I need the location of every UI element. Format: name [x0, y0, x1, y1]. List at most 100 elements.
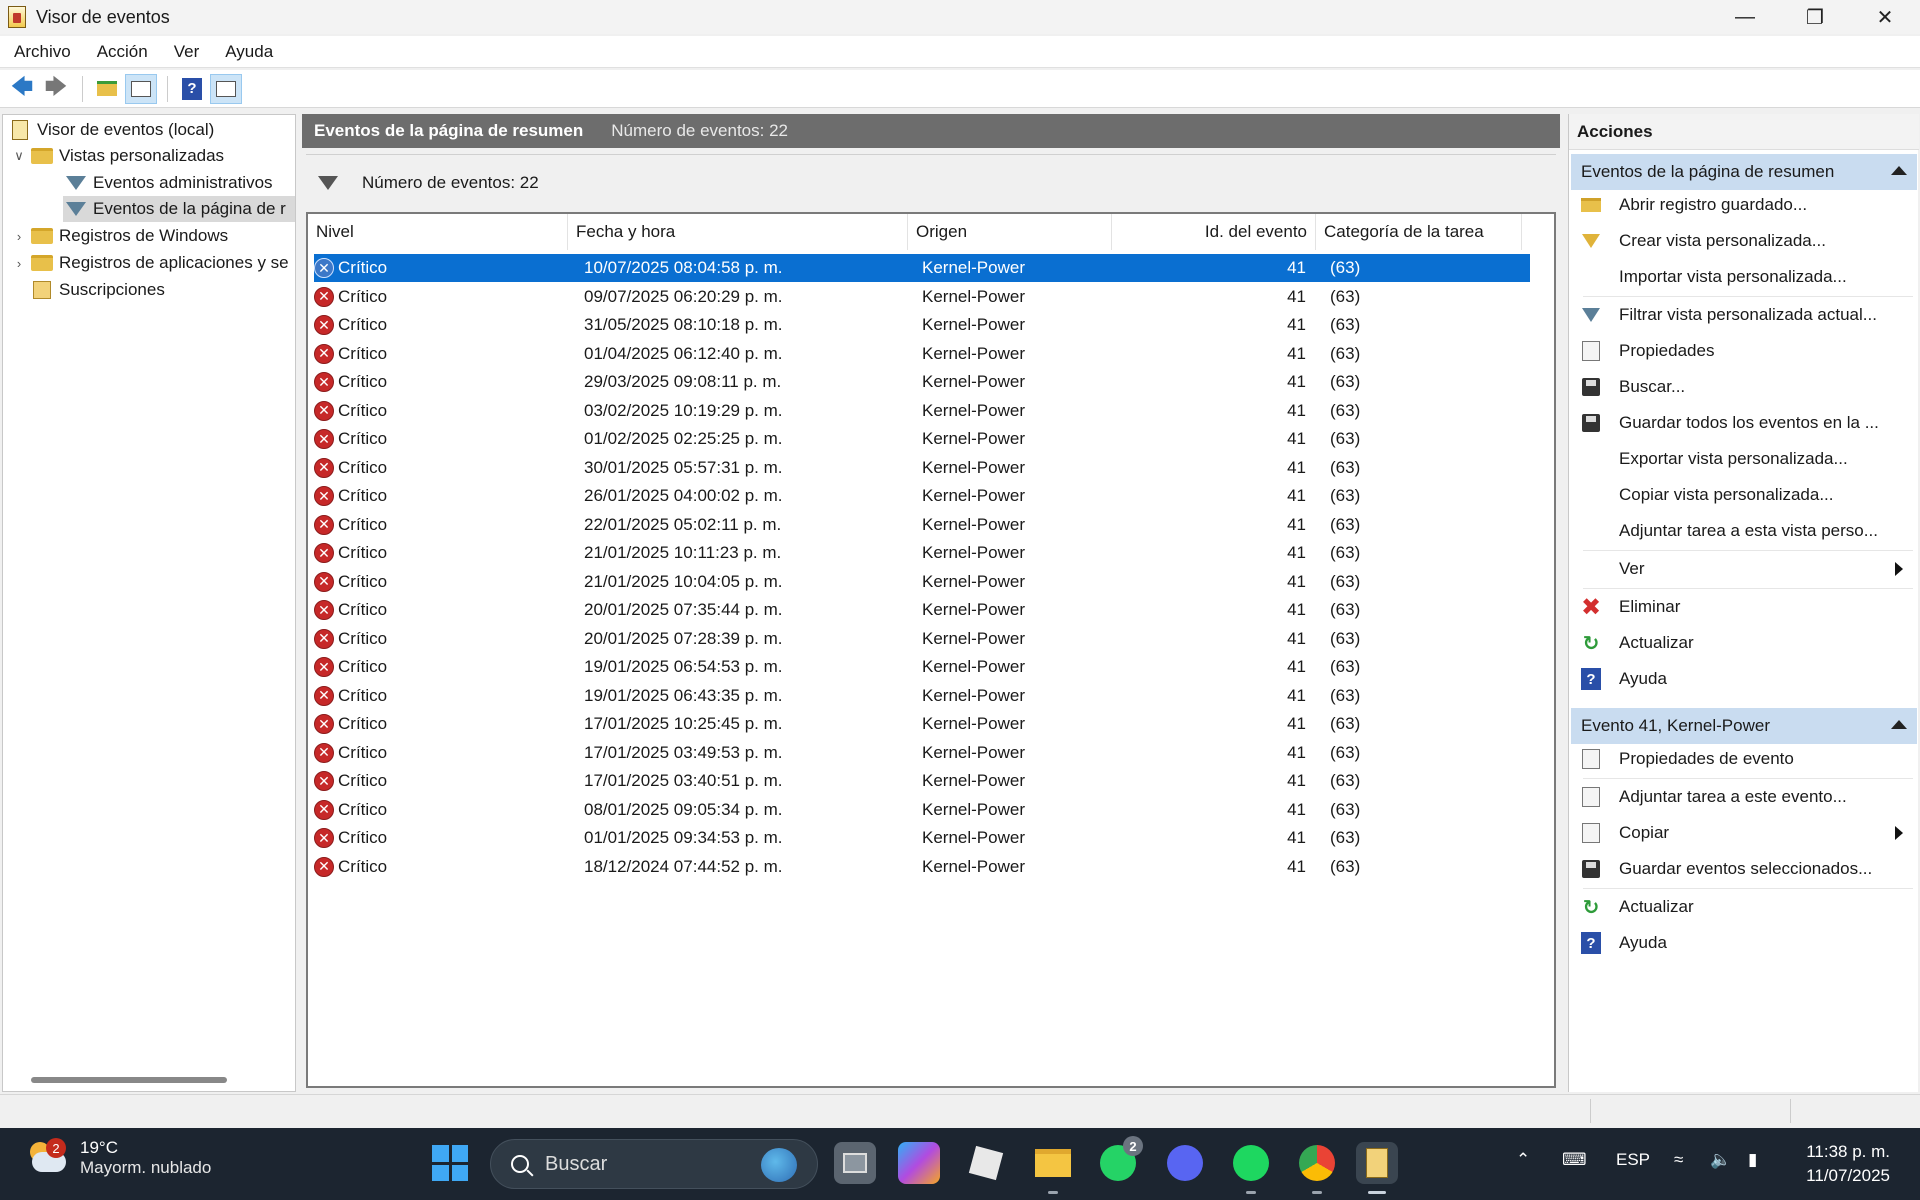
table-row[interactable]: ✕ Crítico 29/03/2025 09:08:11 p. m. Kernel-… [314, 368, 1530, 396]
language-indicator[interactable]: ESP [1616, 1150, 1650, 1170]
wifi-icon[interactable]: ≈ [1674, 1150, 1683, 1170]
back-arrow-icon[interactable]: 🡄 [6, 74, 38, 104]
cell-text: Kernel-Power [922, 571, 1025, 591]
file-explorer-icon[interactable] [1032, 1142, 1074, 1194]
menu-ayuda[interactable]: Ayuda [213, 42, 285, 62]
spotify-icon[interactable] [1230, 1142, 1272, 1194]
chevron-down-icon[interactable]: ∨ [11, 148, 27, 164]
help-icon[interactable]: ? [176, 74, 208, 104]
action-item[interactable]: Buscar... [1571, 370, 1911, 404]
column-header-task-category[interactable]: Categoría de la tarea [1316, 214, 1522, 250]
table-row[interactable]: ✕ Crítico 09/07/2025 06:20:29 p. m. Kernel-… [314, 283, 1530, 311]
action-item[interactable]: Guardar eventos seleccionados... [1571, 852, 1911, 886]
task-view-icon[interactable] [834, 1142, 876, 1184]
table-row[interactable]: ✕ Crítico 01/01/2025 09:34:53 p. m. Kernel-… [314, 824, 1530, 852]
tree-item-custom-views[interactable]: ∨ Vistas personalizadas [11, 143, 224, 169]
whatsapp-icon[interactable]: 2 [1097, 1136, 1143, 1184]
action-item[interactable]: Filtrar vista personalizada actual... [1571, 298, 1911, 332]
table-row[interactable]: ✕ Crítico 31/05/2025 08:10:18 p. m. Kernel-… [314, 311, 1530, 339]
table-row[interactable]: ✕ Crítico 21/01/2025 10:11:23 p. m. Kernel-… [314, 539, 1530, 567]
collapse-icon[interactable] [1891, 720, 1907, 729]
close-button[interactable]: ✕ [1850, 0, 1920, 34]
title-bar: Visor de eventos — ❐ ✕ [0, 0, 1920, 34]
up-folder-icon[interactable] [91, 74, 123, 104]
battery-icon[interactable]: ▮ [1748, 1150, 1757, 1170]
table-row[interactable]: ✕ Crítico 18/12/2024 07:44:52 p. m. Kernel-… [314, 853, 1530, 881]
action-item[interactable]: Propiedades de evento [1571, 742, 1911, 776]
table-row[interactable]: ✕ Crítico 19/01/2025 06:43:35 p. m. Kernel-… [314, 682, 1530, 710]
chevron-up-icon[interactable]: ⌃ [1516, 1150, 1530, 1170]
tree-item-summary-events[interactable]: Eventos de la página de r [63, 196, 295, 222]
column-header-event-id[interactable]: Id. del evento [1112, 214, 1316, 250]
table-row[interactable]: ✕ Crítico 10/07/2025 08:04:58 p. m. Kernel-… [314, 254, 1530, 282]
column-header-source[interactable]: Origen [908, 214, 1112, 250]
chrome-icon[interactable] [1296, 1142, 1338, 1194]
taskbar-search[interactable]: Buscar [490, 1139, 818, 1189]
show-tree-icon[interactable] [125, 73, 157, 104]
table-row[interactable]: ✕ Crítico 08/01/2025 09:05:34 p. m. Kernel-… [314, 796, 1530, 824]
table-row[interactable]: ✕ Crítico 26/01/2025 04:00:02 p. m. Kernel-… [314, 482, 1530, 510]
forward-arrow-icon[interactable]: 🡆 [40, 74, 72, 104]
menu-archivo[interactable]: Archivo [2, 42, 83, 62]
keyboard-icon[interactable]: ⌨ [1562, 1150, 1587, 1170]
action-item[interactable]: ? Ayuda [1571, 926, 1911, 960]
action-item[interactable]: Crear vista personalizada... [1571, 224, 1911, 258]
action-item[interactable]: Copiar vista personalizada... [1571, 478, 1911, 512]
action-item[interactable]: Adjuntar tarea a este evento... [1571, 780, 1911, 814]
start-button[interactable] [432, 1145, 468, 1181]
clock[interactable]: 11:38 p. m. 11/07/2025 [1806, 1140, 1890, 1188]
cell-text: 19/01/2025 06:43:35 p. m. [584, 685, 783, 705]
action-item[interactable]: ↻ Actualizar [1571, 626, 1911, 660]
action-item[interactable]: ↻ Actualizar [1571, 890, 1911, 924]
tree-horizontal-scrollbar[interactable] [31, 1077, 227, 1083]
action-item[interactable]: ? Ayuda [1571, 662, 1911, 696]
copilot-icon[interactable] [898, 1142, 940, 1184]
show-actions-icon[interactable] [210, 73, 242, 104]
action-item[interactable]: Copiar [1571, 816, 1911, 850]
table-row[interactable]: ✕ Crítico 17/01/2025 03:40:51 p. m. Kernel-… [314, 767, 1530, 795]
collapse-icon[interactable] [1891, 166, 1907, 175]
action-item[interactable]: Guardar todos los eventos en la ... [1571, 406, 1911, 440]
table-row[interactable]: ✕ Crítico 01/04/2025 06:12:40 p. m. Kernel-… [314, 340, 1530, 368]
binoculars-icon [1579, 376, 1603, 398]
tree-item-app-logs[interactable]: › Registros de aplicaciones y se [11, 250, 295, 276]
actions-section-summary[interactable]: Eventos de la página de resumen [1571, 154, 1917, 190]
table-row[interactable]: ✕ Crítico 20/01/2025 07:28:39 p. m. Kernel-… [314, 625, 1530, 653]
chevron-right-icon[interactable]: › [11, 229, 27, 244]
tree-item-event-viewer-local[interactable]: Visor de eventos (local) [9, 117, 214, 143]
column-header-level[interactable]: Nivel [308, 214, 568, 250]
menu-ver[interactable]: Ver [162, 42, 212, 62]
menu-accion[interactable]: Acción [85, 42, 160, 62]
tree-item-subscriptions[interactable]: Suscripciones [31, 277, 165, 303]
cell-level: ✕ Crítico [314, 368, 564, 396]
table-row[interactable]: ✕ Crítico 17/01/2025 10:25:45 p. m. Kernel-… [314, 710, 1530, 738]
table-row[interactable]: ✕ Crítico 01/02/2025 02:25:25 p. m. Kernel-… [314, 425, 1530, 453]
action-item[interactable]: Adjuntar tarea a esta vista perso... [1571, 514, 1911, 548]
discord-icon[interactable] [1164, 1142, 1206, 1184]
column-header-datetime[interactable]: Fecha y hora [568, 214, 908, 250]
chevron-right-icon[interactable]: › [11, 256, 27, 271]
action-item[interactable]: Abrir registro guardado... [1571, 188, 1911, 222]
minimize-button[interactable]: — [1710, 0, 1780, 34]
tree-item-admin-events[interactable]: Eventos administrativos [65, 170, 273, 196]
table-row[interactable]: ✕ Crítico 03/02/2025 10:19:29 p. m. Kernel-… [314, 397, 1530, 425]
actions-section-event[interactable]: Evento 41, Kernel-Power [1571, 708, 1917, 744]
weather-widget[interactable]: 2 19°C Mayorm. nublado [26, 1138, 211, 1178]
table-row[interactable]: ✕ Crítico 19/01/2025 06:54:53 p. m. Kernel-… [314, 653, 1530, 681]
action-item[interactable]: Importar vista personalizada... [1571, 260, 1911, 294]
action-item[interactable]: ✖ Eliminar [1571, 590, 1911, 624]
volume-icon[interactable]: 🔈 [1710, 1150, 1731, 1170]
restore-button[interactable]: ❐ [1780, 0, 1850, 34]
tree-item-windows-logs[interactable]: › Registros de Windows [11, 223, 228, 249]
table-row[interactable]: ✕ Crítico 22/01/2025 05:02:11 p. m. Kernel-… [314, 511, 1530, 539]
action-item[interactable]: Ver [1571, 552, 1911, 586]
event-viewer-taskbar-icon[interactable] [1356, 1142, 1398, 1194]
table-row[interactable]: ✕ Crítico 21/01/2025 10:04:05 p. m. Kernel-… [314, 568, 1530, 596]
roblox-icon[interactable] [965, 1142, 1007, 1184]
table-row[interactable]: ✕ Crítico 20/01/2025 07:35:44 p. m. Kernel-… [314, 596, 1530, 624]
table-row[interactable]: ✕ Crítico 30/01/2025 05:57:31 p. m. Kernel-… [314, 454, 1530, 482]
table-row[interactable]: ✕ Crítico 17/01/2025 03:49:53 p. m. Kernel-… [314, 739, 1530, 767]
cell-text: Crítico [338, 457, 388, 477]
action-item[interactable]: Exportar vista personalizada... [1571, 442, 1911, 476]
action-item[interactable]: Propiedades [1571, 334, 1911, 368]
